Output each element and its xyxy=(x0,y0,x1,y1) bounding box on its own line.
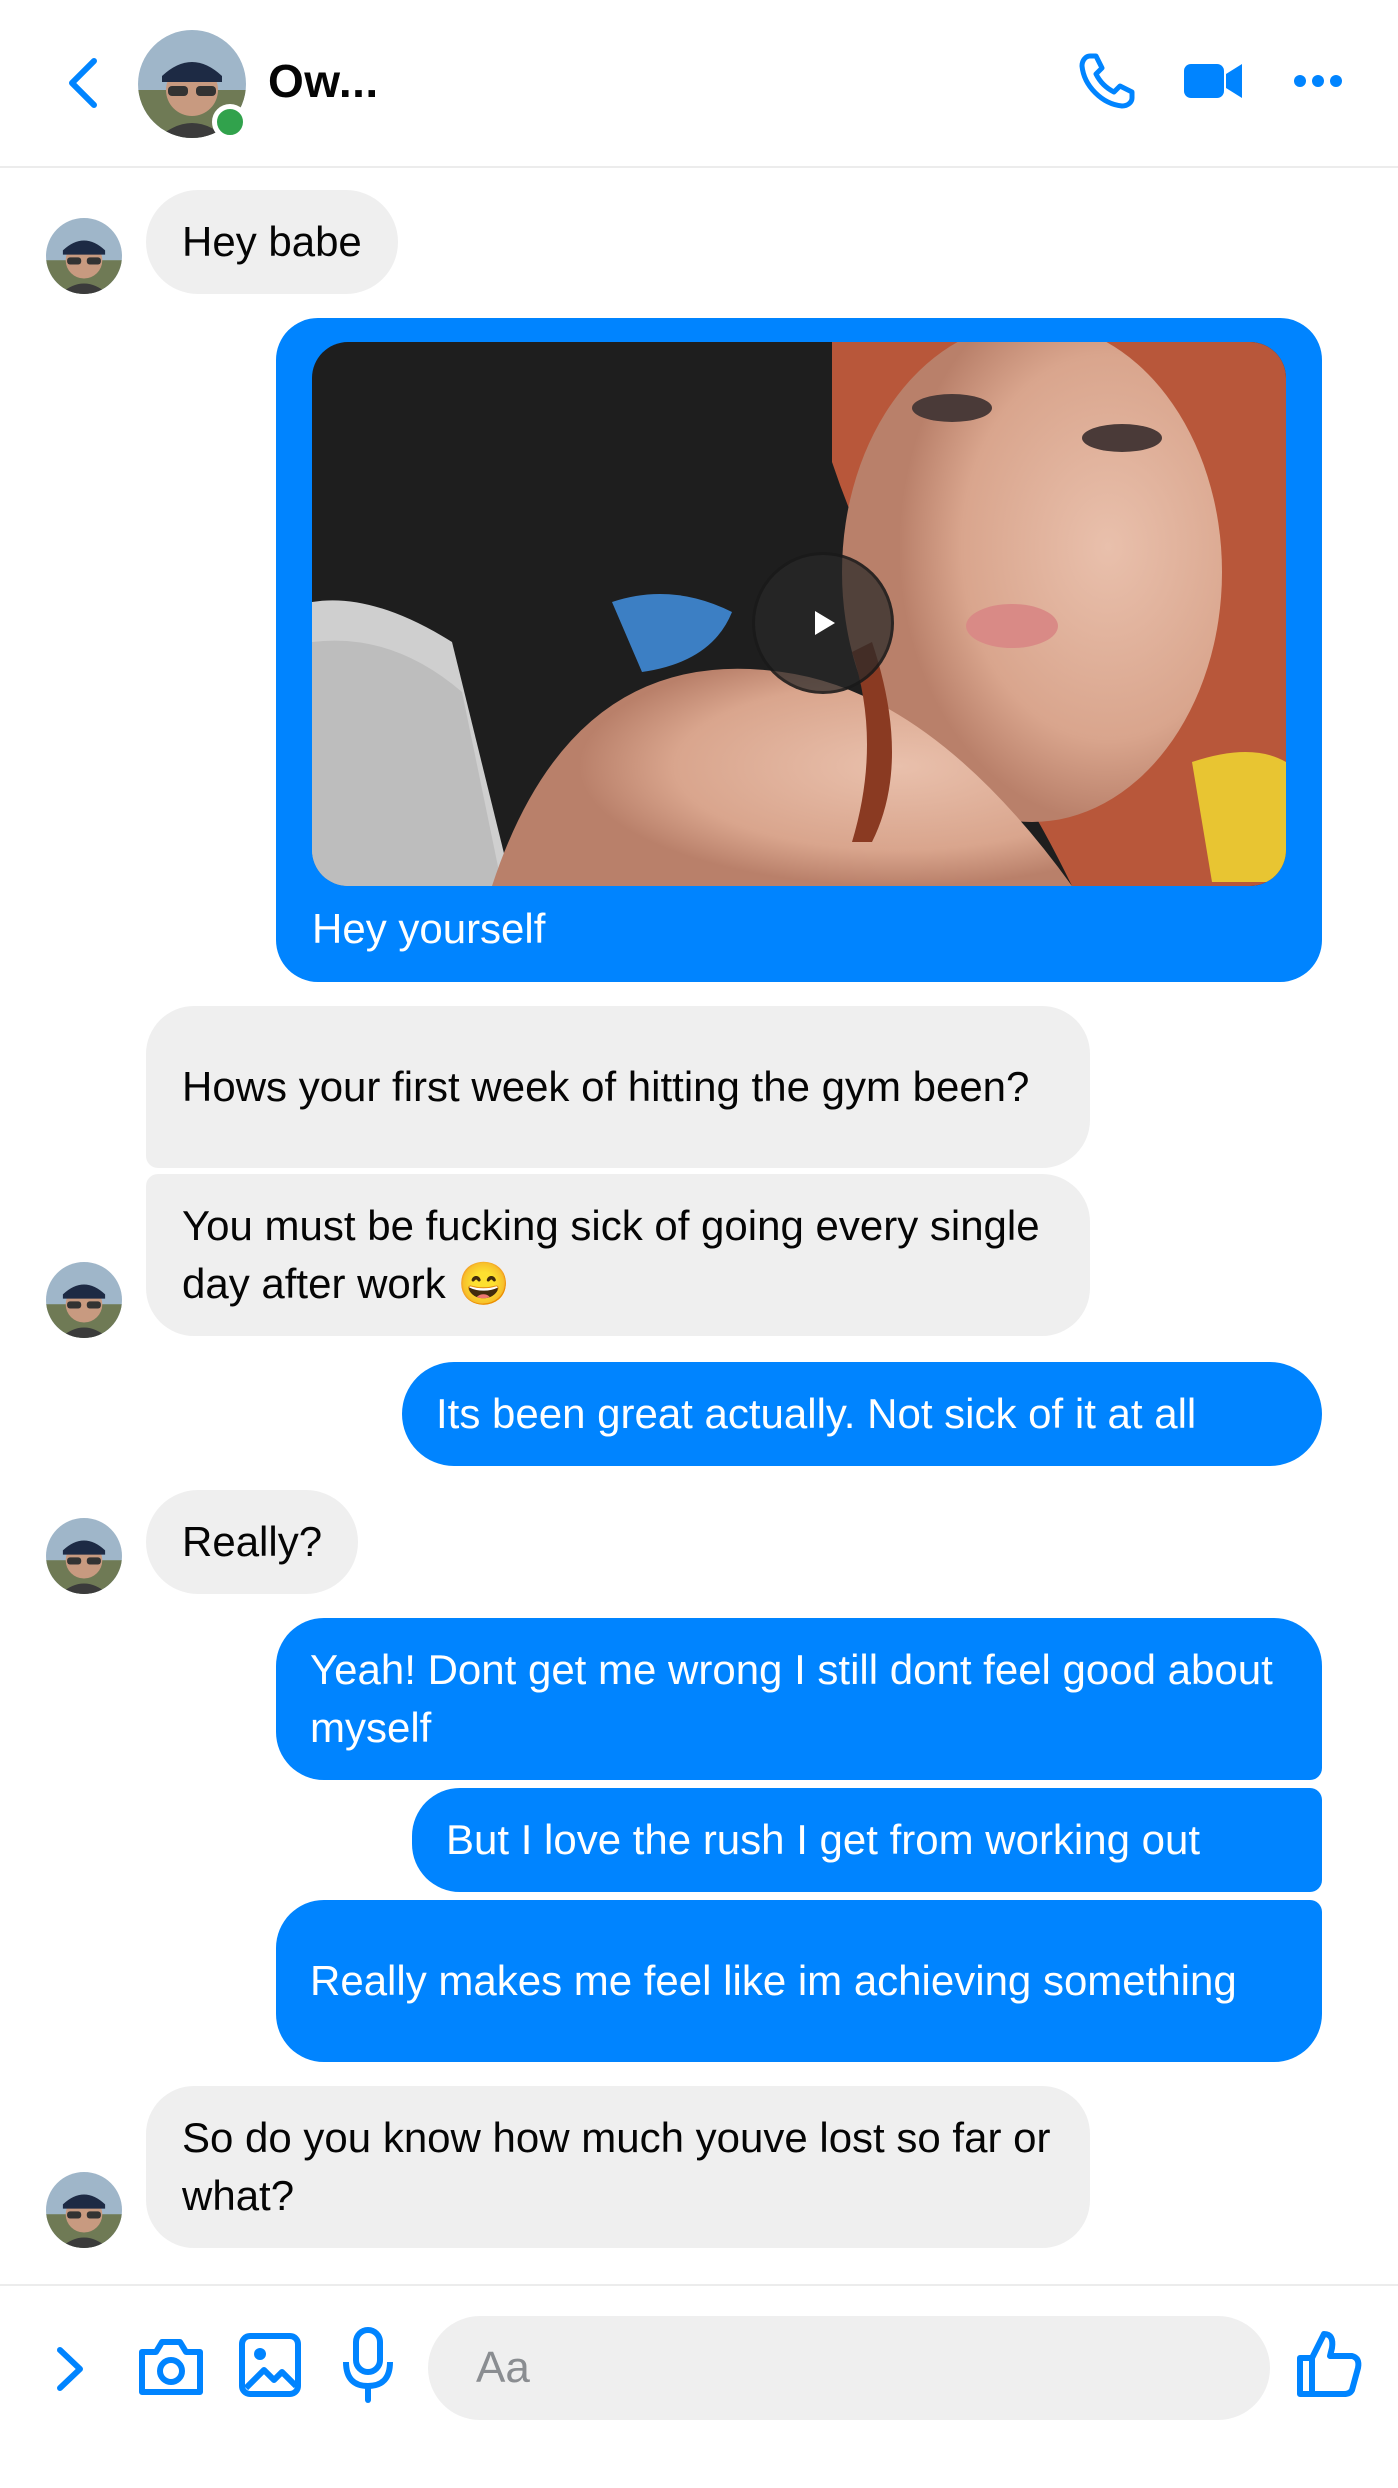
play-icon xyxy=(815,611,835,635)
incoming-message[interactable]: Hows your first week of hitting the gym … xyxy=(146,1006,1090,1168)
sender-avatar[interactable] xyxy=(46,1518,122,1594)
microphone-icon[interactable] xyxy=(340,2326,396,2404)
outgoing-message[interactable]: Yeah! Dont get me wrong I still dont fee… xyxy=(276,1618,1322,1780)
thumbs-up-icon[interactable] xyxy=(1294,2328,1364,2400)
message-composer: Aa xyxy=(0,2284,1398,2488)
conversation-header: Ow... xyxy=(0,0,1398,168)
chevron-right-icon[interactable] xyxy=(52,2344,88,2394)
more-icon[interactable] xyxy=(1292,66,1344,96)
sender-avatar[interactable] xyxy=(46,218,122,294)
play-button[interactable] xyxy=(752,552,894,694)
outgoing-message[interactable]: Its been great actually. Not sick of it … xyxy=(402,1362,1322,1466)
incoming-message[interactable]: Really? xyxy=(146,1490,359,1594)
phone-icon[interactable] xyxy=(1076,50,1136,112)
video-caption: Hey yourself xyxy=(312,905,546,952)
incoming-message[interactable]: So do you know how much youve lost so fa… xyxy=(146,2086,1090,2248)
sender-avatar[interactable] xyxy=(46,1262,122,1338)
outgoing-message[interactable]: Really makes me feel like im achieving s… xyxy=(276,1900,1322,2062)
outgoing-video-message[interactable]: Hey yourself xyxy=(276,318,1322,982)
image-icon[interactable] xyxy=(238,2330,302,2400)
camera-icon[interactable] xyxy=(136,2334,206,2398)
incoming-message[interactable]: Hey babe xyxy=(146,190,398,294)
outgoing-message[interactable]: But I love the rush I get from working o… xyxy=(412,1788,1322,1892)
contact-name[interactable]: Ow... xyxy=(268,54,379,108)
sender-avatar[interactable] xyxy=(46,2172,122,2248)
video-thumbnail[interactable] xyxy=(312,342,1286,886)
message-input[interactable]: Aa xyxy=(428,2316,1270,2420)
back-icon[interactable] xyxy=(60,55,104,111)
online-status-dot xyxy=(212,104,248,140)
video-call-icon[interactable] xyxy=(1182,50,1244,112)
incoming-message[interactable]: You must be fucking sick of going every … xyxy=(146,1174,1090,1336)
